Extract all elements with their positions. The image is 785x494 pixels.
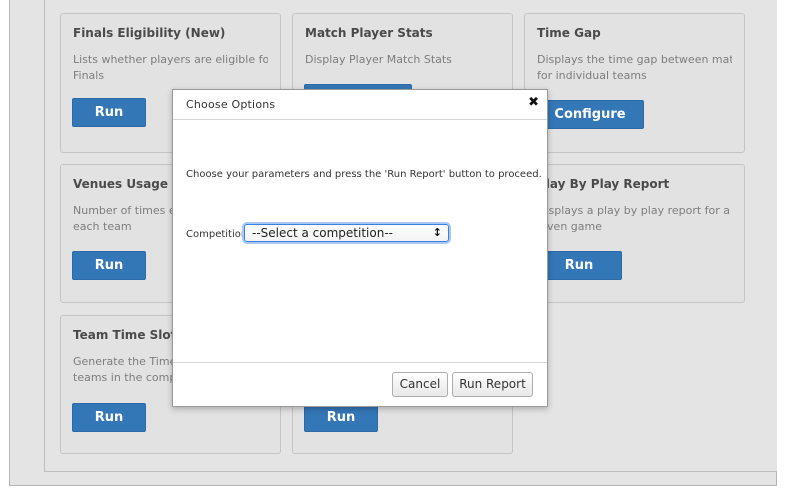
report-card-play-by-play: Play By Play Report Displays a play by p…: [524, 164, 745, 303]
choose-options-dialog: Choose Options ✖ Choose your parameters …: [172, 89, 548, 407]
card-desc-line: Display Player Match Stats: [305, 53, 452, 66]
report-card-time-gap: Time Gap Displays the time gap between m…: [524, 13, 745, 153]
card-desc-line: Displays the time gap between matches: [537, 53, 732, 66]
competition-label: Competition: [186, 229, 248, 240]
card-desc-line: for individual teams: [537, 69, 647, 82]
card-title: Play By Play Report: [537, 177, 670, 191]
card-title: Finals Eligibility (New): [73, 26, 226, 40]
card-title: Match Player Stats: [305, 26, 433, 40]
card-desc-line: given game: [537, 220, 602, 233]
select-arrows-icon: ↕: [432, 226, 442, 239]
close-icon[interactable]: ✖: [528, 95, 539, 110]
run-button[interactable]: Run: [72, 403, 146, 432]
card-desc-line: Finals: [73, 69, 105, 82]
competition-select[interactable]: --Select a competition-- ↕: [244, 224, 449, 242]
dialog-footer: Cancel Run Report: [173, 362, 547, 407]
card-title: Time Gap: [537, 26, 601, 40]
card-desc-line: Displays a play by play report for a: [537, 204, 731, 217]
dialog-title: Choose Options: [186, 98, 276, 111]
card-desc-line: Lists whether players are eligible for: [73, 53, 268, 66]
competition-select-value: --Select a competition--: [252, 226, 393, 240]
run-button[interactable]: Run: [72, 98, 146, 127]
dialog-instructions: Choose your parameters and press the 'Ru…: [186, 169, 542, 180]
cancel-button[interactable]: Cancel: [392, 372, 448, 397]
run-report-button[interactable]: Run Report: [452, 372, 533, 397]
dialog-header: Choose Options ✖: [173, 90, 547, 120]
run-button[interactable]: Run: [304, 403, 378, 432]
run-button[interactable]: Run: [72, 251, 146, 280]
configure-button[interactable]: Configure: [536, 100, 644, 129]
run-button[interactable]: Run: [536, 251, 622, 280]
